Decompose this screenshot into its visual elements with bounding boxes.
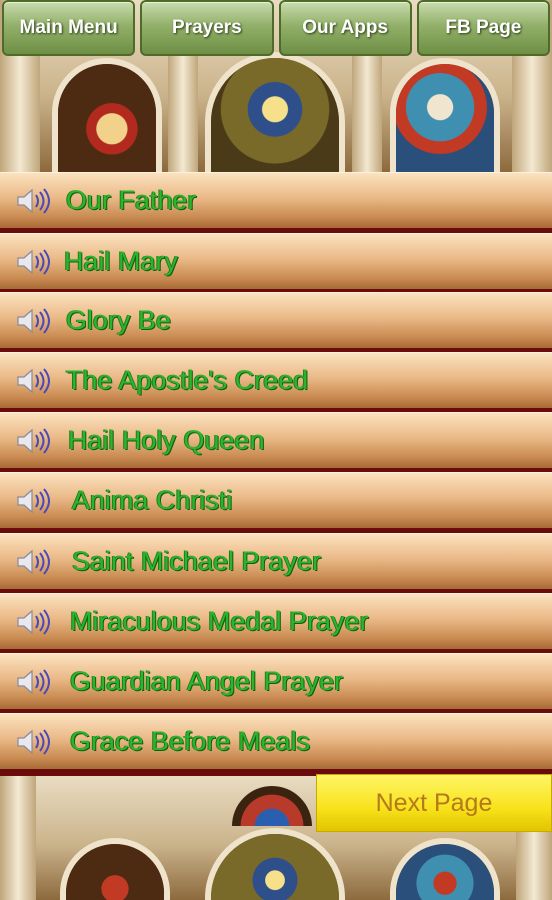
prayer-label: Grace Before Meals [70,726,311,756]
prayers-button[interactable]: Prayers [140,0,274,56]
prayer-row-glory-be[interactable]: Glory Be [0,292,552,348]
speaker-icon [16,607,52,637]
prayer-label: Glory Be [66,305,172,335]
prayer-row-anima-christi[interactable]: Anima Christi [0,472,552,528]
prayer-row-miraculous-medal[interactable]: Miraculous Medal Prayer [0,593,552,649]
prayer-label: Guardian Angel Prayer [70,666,344,696]
main-menu-button[interactable]: Main Menu [2,0,136,56]
prayer-row-saint-michael[interactable]: Saint Michael Prayer [0,533,552,589]
prayer-row-our-father[interactable]: Our Father [0,172,552,228]
next-page-button[interactable]: Next Page [316,774,552,832]
speaker-icon [16,547,52,577]
prayer-row-hail-holy-queen[interactable]: Hail Holy Queen [0,412,552,468]
speaker-icon [16,426,52,456]
our-apps-button[interactable]: Our Apps [278,0,412,56]
prayer-label: Anima Christi [72,485,233,515]
speaker-icon [16,306,52,336]
prayer-label: The Apostle's Creed [66,365,309,395]
prayer-label: Hail Holy Queen [68,425,265,455]
fb-page-button[interactable]: FB Page [416,0,550,56]
prayer-row-apostles-creed[interactable]: The Apostle's Creed [0,352,552,408]
prayer-label: Saint Michael Prayer [72,546,322,576]
speaker-icon [16,186,52,216]
speaker-icon [16,247,52,277]
prayer-list: Our Father Hail Mary Glory Be The Apostl… [0,172,552,776]
prayer-label: Our Father [66,185,197,215]
speaker-icon [16,366,52,396]
prayer-label: Miraculous Medal Prayer [70,606,369,636]
speaker-icon [16,486,52,516]
speaker-icon [16,667,52,697]
speaker-icon [16,727,52,757]
prayer-row-grace-before-meals[interactable]: Grace Before Meals [0,713,552,769]
prayer-label: Hail Mary [64,246,179,276]
prayer-row-hail-mary[interactable]: Hail Mary [0,233,552,289]
top-navigation: Main Menu Prayers Our Apps FB Page [0,0,552,58]
prayer-row-guardian-angel[interactable]: Guardian Angel Prayer [0,653,552,709]
